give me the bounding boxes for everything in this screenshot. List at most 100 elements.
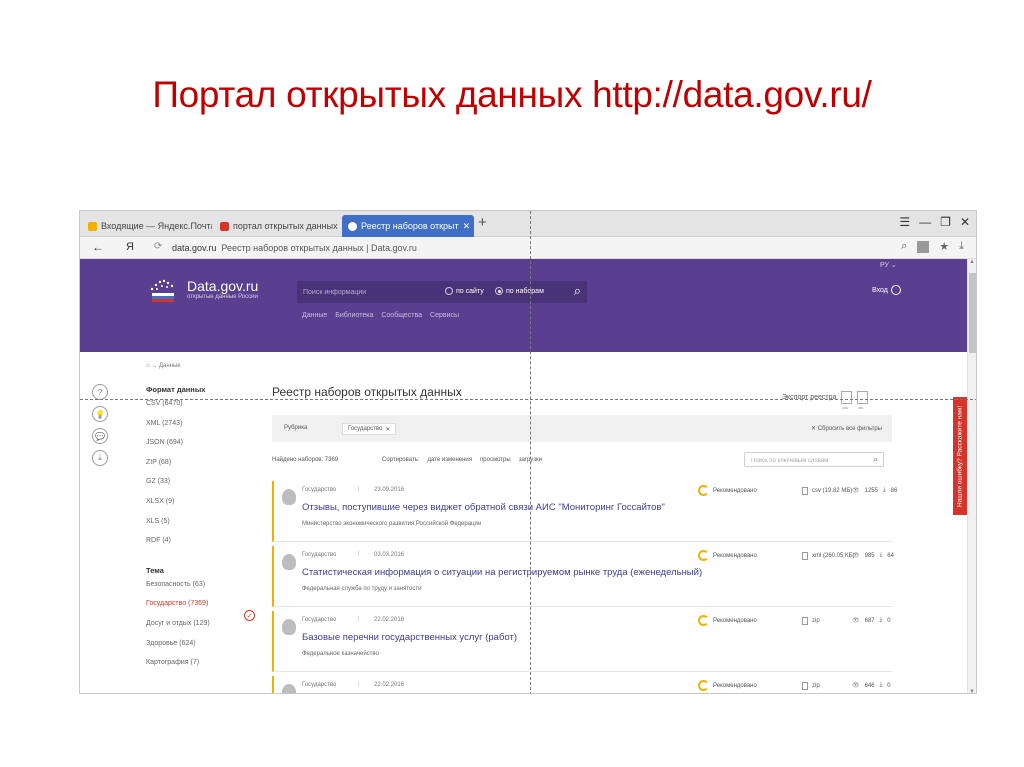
logo-name[interactable]: Data.gov.ru — [187, 278, 258, 294]
xls-file-icon[interactable]: xls — [857, 391, 869, 410]
scroll-down-icon[interactable]: ▼ — [969, 689, 975, 693]
language-switch[interactable]: РУ ⌄ — [880, 261, 897, 269]
address-bar: ← Я ⟳ data.gov.ru Реестр наборов открыты… — [80, 237, 976, 259]
filter-chip[interactable]: Государство ✕ — [342, 423, 397, 435]
sort-by-date[interactable]: дате изменения — [428, 457, 473, 463]
idea-icon[interactable]: 💡 — [92, 406, 108, 422]
dataset-item[interactable]: Государство | 22.02.2016 Базовые перечни… — [272, 611, 892, 672]
tab-yandex-mail[interactable]: Входящие — Яндекс.Почта — [82, 215, 212, 237]
dataset-format[interactable]: zip — [802, 682, 820, 690]
dataset-stats: 👁 687 ⤓ 0 — [852, 617, 891, 624]
filter-format[interactable]: XLS (5) — [146, 517, 266, 537]
dataset-date: 03.03.2016 — [374, 552, 405, 558]
filter-format[interactable]: RDF (4) — [146, 536, 266, 556]
presentation-slide: Портал открытых данных http://data.gov.r… — [0, 0, 1024, 767]
reset-filters-button[interactable]: ✕ Сбросить все фильтры — [811, 425, 882, 432]
site-nav: Данные Библиотека Сообщества Сервисы — [302, 312, 459, 319]
address-actions: ⌕ ★ ⤓ — [901, 240, 964, 253]
divider: | — [358, 486, 360, 492]
radio-dot — [445, 287, 453, 295]
search-icon[interactable]: ⌕ — [901, 240, 907, 253]
nav-communities[interactable]: Сообщества — [381, 312, 422, 319]
selected-check-icon[interactable]: ✓ — [244, 610, 255, 621]
file-icon — [802, 487, 808, 495]
back-button[interactable]: ← — [92, 240, 104, 254]
format-label: zip — [812, 618, 820, 624]
scrollbar[interactable]: ▲ ▼ — [967, 259, 976, 693]
dataset-item[interactable]: Государство | 23.09.2016 Отзывы, поступи… — [272, 481, 897, 542]
tab-label: Входящие — Яндекс.Почта — [101, 221, 212, 231]
filter-topic[interactable]: Досуг и отдых (129) — [146, 619, 266, 639]
dataset-category[interactable]: Государство — [302, 487, 336, 493]
help-icon[interactable]: ? — [92, 384, 108, 400]
rubric-label: Рубрика — [284, 425, 308, 431]
filter-format[interactable]: JSON (694) — [146, 438, 266, 458]
filter-format[interactable]: GZ (33) — [146, 477, 266, 497]
emblem-icon — [282, 619, 296, 635]
filter-topic[interactable]: Здоровье (624) — [146, 639, 266, 659]
menu-icon[interactable]: ☰ — [899, 215, 910, 229]
tab-portal-search[interactable]: портал открытых данных р — [214, 215, 340, 237]
dataset-title[interactable]: Отзывы, поступившие через виджет обратно… — [302, 502, 665, 513]
views-count: 646 — [864, 682, 875, 689]
recommended-icon — [698, 615, 709, 626]
close-tab-icon[interactable]: ✕ — [463, 221, 471, 232]
yandex-button[interactable]: Я — [126, 241, 134, 253]
download-icon: ⤓ — [879, 682, 883, 688]
dataset-category[interactable]: Государство — [302, 552, 336, 558]
tab-registry-active[interactable]: Реестр наборов открыт ✕ — [342, 215, 474, 237]
new-tab-button[interactable]: + — [478, 214, 487, 231]
dataset-category[interactable]: Государство — [302, 617, 336, 623]
sort-by-views[interactable]: просмотры — [480, 457, 511, 463]
reload-icon[interactable]: ⟳ — [154, 241, 162, 252]
logo-icon[interactable] — [146, 277, 180, 305]
star-icon[interactable]: ★ — [939, 240, 949, 253]
csv-file-icon[interactable]: csv — [841, 391, 853, 410]
breadcrumb[interactable]: ⌂ → Данные — [146, 363, 181, 369]
login-button[interactable]: Вход — [872, 285, 901, 295]
extension-icon[interactable] — [917, 240, 930, 253]
search-input[interactable] — [303, 285, 433, 299]
close-window-icon[interactable]: ✕ — [960, 215, 970, 229]
upload-icon[interactable]: ⤓ — [92, 450, 108, 466]
format-label: csv (19.82 МБ) — [812, 488, 853, 494]
yandex-icon — [220, 221, 229, 231]
filter-topic[interactable]: Картография (7) — [146, 658, 266, 678]
globe-icon — [348, 221, 357, 231]
download-icon: ⤓ — [882, 487, 886, 493]
url-field[interactable]: data.gov.ru Реестр наборов открытых данн… — [172, 243, 417, 253]
dataset-format[interactable]: csv (19.82 МБ) — [802, 487, 852, 495]
dataset-category[interactable]: Государство — [302, 682, 336, 688]
download-icon[interactable]: ⤓ — [959, 240, 964, 253]
search-icon[interactable]: ⌕ — [873, 454, 878, 465]
minimize-icon[interactable]: — — [919, 215, 931, 229]
dataset-item[interactable]: Государство | 22.02.2016 Рекомендовано z… — [272, 676, 892, 693]
search-button[interactable]: ⌕ — [574, 283, 581, 299]
scroll-up-icon[interactable]: ▲ — [969, 259, 975, 265]
chat-icon[interactable]: 💬 — [92, 428, 108, 444]
nav-services[interactable]: Сервисы — [430, 312, 459, 319]
dataset-format[interactable]: xml (260.05 КБ) — [802, 552, 854, 560]
filter-format[interactable]: ZIP (68) — [146, 458, 266, 478]
dataset-title[interactable]: Базовые перечни государственных услуг (р… — [302, 632, 517, 643]
close-icon[interactable]: ✕ — [385, 426, 390, 433]
dataset-title[interactable]: Статистическая информация о ситуации на … — [302, 567, 702, 578]
dataset-format[interactable]: zip — [802, 617, 820, 625]
radio-label: по сайту — [456, 287, 484, 295]
login-icon — [890, 285, 901, 295]
dataset-item[interactable]: Государство | 03.03.2016 Статистическая … — [272, 546, 894, 607]
keyword-input[interactable] — [751, 456, 859, 465]
nav-data[interactable]: Данные — [302, 312, 327, 319]
dataset-list: Государство | 23.09.2016 Отзывы, поступи… — [272, 481, 897, 693]
radio-by-sets[interactable]: по наборам — [495, 287, 544, 295]
nav-library[interactable]: Библиотека — [335, 312, 373, 319]
restore-icon[interactable]: ❐ — [940, 215, 951, 229]
filter-format[interactable]: XLSX (9) — [146, 497, 266, 517]
scroll-thumb[interactable] — [969, 273, 976, 353]
feedback-tab[interactable]: Нашли ошибку? Расскажите нам! — [953, 397, 967, 515]
filter-format[interactable]: CSV (6470) — [146, 399, 266, 419]
filter-topic[interactable]: Безопасность (63) — [146, 580, 266, 600]
eye-icon: 👁 — [852, 618, 860, 624]
filter-format[interactable]: XML (2743) — [146, 419, 266, 439]
radio-by-site[interactable]: по сайту — [445, 287, 484, 295]
